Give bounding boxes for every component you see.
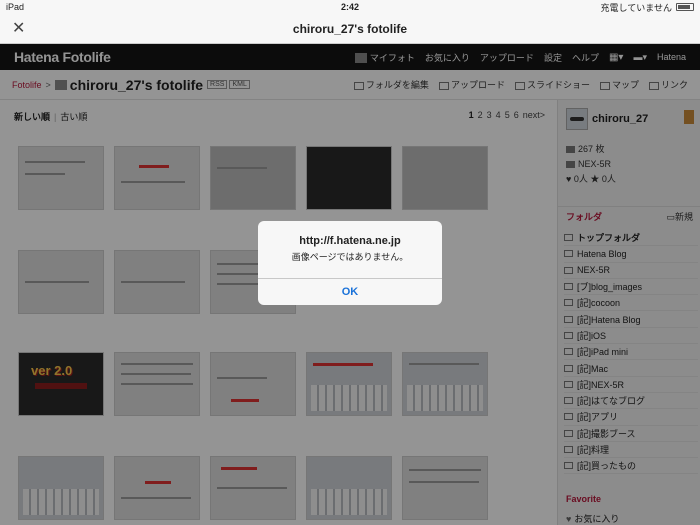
status-bar: iPad 2:42 充電していません (0, 0, 700, 14)
alert-dialog: http://f.hatena.ne.jp 画像ページではありません。 OK (258, 221, 442, 305)
status-right: 充電していません (601, 1, 694, 14)
charging-text: 充電していません (600, 2, 672, 13)
page-title: chiroru_27's fotolife (292, 21, 408, 36)
browser-navbar: ✕ chiroru_27's fotolife (0, 14, 700, 44)
ok-button[interactable]: OK (258, 278, 442, 305)
alert-message: 画像ページではありません。 (291, 252, 409, 262)
alert-title: http://f.hatena.ne.jp (299, 235, 401, 247)
close-icon[interactable]: ✕ (12, 18, 25, 38)
device-label: iPad (6, 2, 25, 12)
clock: 2:42 (340, 2, 359, 12)
battery-icon (676, 3, 694, 11)
